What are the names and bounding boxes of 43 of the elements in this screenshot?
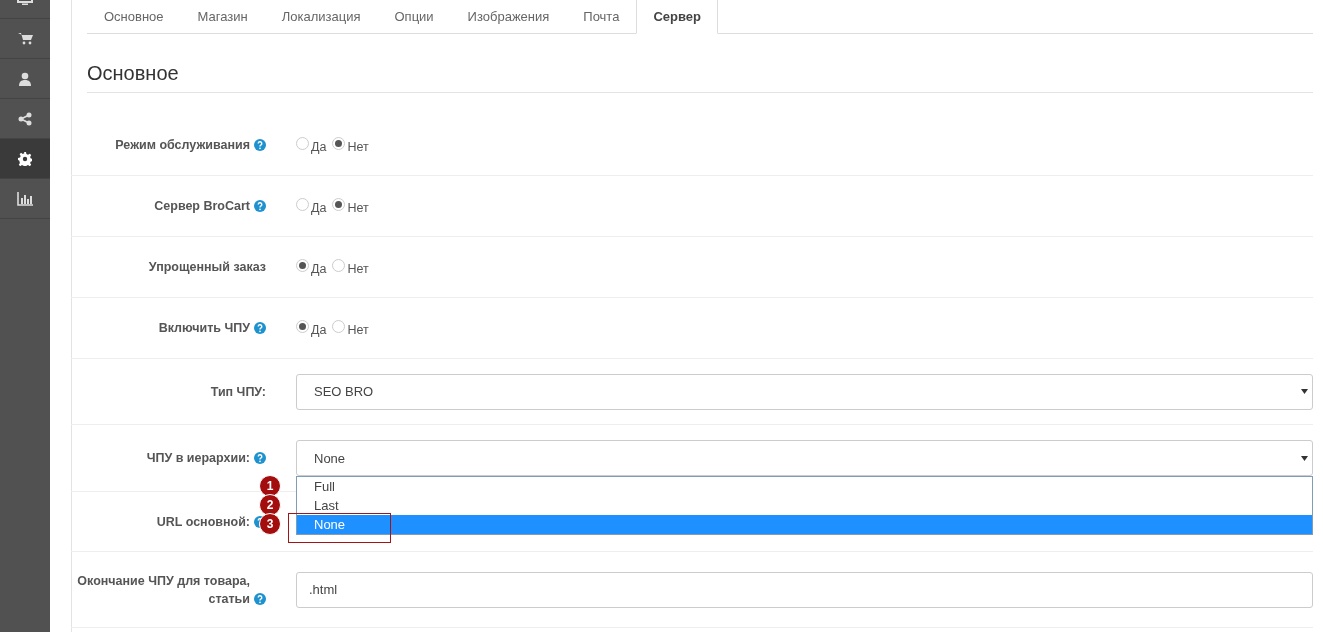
number-marker: 1 xyxy=(259,475,281,497)
radio-button[interactable] xyxy=(332,197,346,211)
radio-button[interactable] xyxy=(332,258,346,272)
field-label: ЧПУ в иерархии: xyxy=(146,450,250,467)
select-field[interactable]: None xyxy=(296,440,1313,476)
settings-icon xyxy=(18,151,32,166)
select-field[interactable]: SEO BRO xyxy=(296,373,1313,410)
caret-icon xyxy=(1301,389,1308,394)
radio-button[interactable] xyxy=(296,258,309,272)
field-label: URL основной: xyxy=(156,513,250,531)
input-field[interactable]: .html xyxy=(296,571,1313,608)
field-label: Тип ЧПУ: xyxy=(210,383,266,401)
field-label: Включить ЧПУ xyxy=(158,320,250,337)
dropdown-option[interactable]: None xyxy=(297,515,1312,534)
number-marker: 3 xyxy=(259,513,281,535)
bar-chart-icon xyxy=(17,191,33,206)
field-label: Режим обслуживания xyxy=(115,137,250,154)
radio-label: Нет xyxy=(347,139,369,154)
select-value: None xyxy=(314,450,346,466)
radio-button[interactable] xyxy=(332,136,346,150)
share-icon xyxy=(18,111,32,126)
select-value: SEO BRO xyxy=(314,384,374,399)
field-label: Окончание ЧПУ для товара, статьи xyxy=(76,572,250,608)
radio-button[interactable] xyxy=(296,197,309,211)
radio-label: Нет xyxy=(347,261,369,276)
radio-label: Да xyxy=(311,139,327,154)
radio-button[interactable] xyxy=(332,319,346,333)
caret-icon xyxy=(1301,455,1308,461)
cart-icon xyxy=(17,32,33,45)
user-icon xyxy=(19,71,31,86)
radio-label: Нет xyxy=(347,200,369,215)
number-marker: 2 xyxy=(259,494,281,516)
field-label: Сервер BroCart xyxy=(154,198,250,215)
field-label: Упрощенный заказ xyxy=(148,259,266,276)
tab[interactable]: Сервер xyxy=(636,0,718,34)
radio-label: Нет xyxy=(347,322,369,337)
radio-button[interactable] xyxy=(296,136,309,150)
radio-label: Да xyxy=(311,261,327,276)
radio-button[interactable] xyxy=(296,319,309,333)
sidebar-item[interactable] xyxy=(0,139,50,179)
radio-label: Да xyxy=(311,322,327,337)
radio-label: Да xyxy=(311,200,327,215)
section-title: Основное xyxy=(87,62,1313,93)
